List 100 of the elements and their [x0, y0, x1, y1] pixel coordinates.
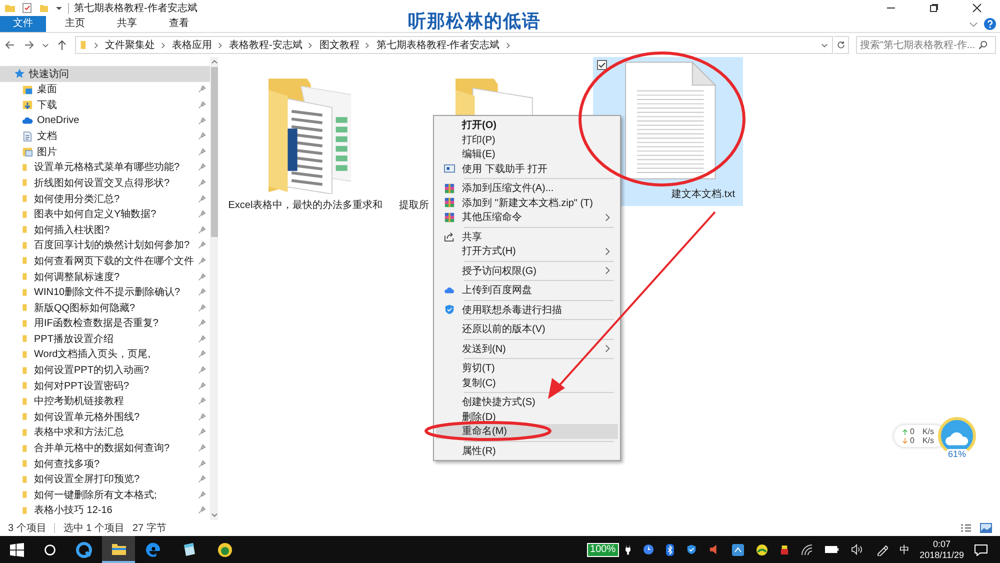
- shield-icon[interactable]: [686, 544, 697, 555]
- up-arrow-icon[interactable]: [56, 39, 68, 51]
- breadcrumb-link[interactable]: 图文教程: [319, 38, 360, 52]
- pin-icon[interactable]: [198, 100, 206, 109]
- scrollbar-thumb[interactable]: [210, 67, 218, 237]
- ribbon-tab[interactable]: 主页: [52, 16, 98, 32]
- ball-icon[interactable]: [756, 544, 768, 556]
- chevron-icon[interactable]: [308, 42, 314, 48]
- details-view-icon[interactable]: [960, 523, 972, 533]
- refresh-button[interactable]: [834, 36, 849, 54]
- sidebar-item[interactable]: Word文档插入页头，页尾,: [0, 346, 210, 362]
- pin-icon[interactable]: [198, 397, 206, 406]
- menu-item[interactable]: 授予访问权限(G): [436, 264, 618, 278]
- browser-icon[interactable]: [76, 542, 92, 558]
- sidebar-item[interactable]: 表格小技巧 12-16: [0, 502, 210, 518]
- sidebar-item[interactable]: 如何使用分类汇总?: [0, 190, 210, 206]
- pin-icon[interactable]: [198, 241, 206, 250]
- dropdown-icon[interactable]: [55, 4, 63, 12]
- ribbon-tab[interactable]: 查看: [156, 16, 202, 32]
- pin-icon[interactable]: [198, 366, 206, 374]
- ribbon-tab[interactable]: 文件: [0, 16, 46, 32]
- properties-icon[interactable]: [21, 2, 33, 14]
- address-bar[interactable]: 文件聚集处 表格应用 表格教程-安志斌 图文教程 第七期表格教程-作者安志斌: [75, 36, 833, 54]
- bluetooth-icon[interactable]: [666, 544, 674, 556]
- chevron-icon[interactable]: [161, 42, 166, 48]
- sidebar-item[interactable]: 下载: [0, 97, 210, 113]
- pin-icon[interactable]: [198, 288, 206, 296]
- figure-icon[interactable]: [780, 544, 789, 556]
- menu-item[interactable]: 复制(C): [436, 376, 618, 390]
- pin-icon[interactable]: [198, 256, 206, 265]
- clock[interactable]: 0:07 2018/11/29: [920, 538, 964, 560]
- sidebar-item[interactable]: 如何查找多项?: [0, 456, 210, 472]
- sidebar-item[interactable]: 设置单元格格式菜单有哪些功能?: [0, 160, 210, 176]
- notification-icon[interactable]: [974, 544, 988, 556]
- sidebar-item[interactable]: 合并单元格中的数据如何查询?: [0, 440, 210, 456]
- menu-item[interactable]: 创建快捷方式(S): [436, 395, 618, 410]
- breadcrumb-link[interactable]: 表格教程-安志斌: [229, 38, 302, 52]
- pin-icon[interactable]: [198, 444, 206, 452]
- battery-icon[interactable]: [824, 545, 839, 554]
- sidebar-item[interactable]: 折线图如何设置交叉点得形状?: [0, 175, 210, 191]
- menu-item[interactable]: 打开方式(H): [436, 244, 618, 258]
- scrollbar[interactable]: [210, 57, 218, 520]
- close-icon[interactable]: [972, 3, 982, 13]
- sidebar-item[interactable]: PPT播放设置介绍: [0, 331, 210, 347]
- chevron-icon[interactable]: [94, 42, 99, 48]
- taskbar-app-button[interactable]: [102, 536, 135, 563]
- pin-icon[interactable]: [198, 116, 206, 125]
- pin-icon[interactable]: [198, 163, 206, 172]
- scroll-down-icon[interactable]: [210, 513, 218, 518]
- search-circle-icon[interactable]: [44, 544, 56, 556]
- chevron-icon[interactable]: [365, 42, 370, 48]
- pin-icon[interactable]: [198, 334, 206, 343]
- pin-icon[interactable]: [198, 272, 206, 281]
- battery-indicator[interactable]: 100%: [587, 542, 619, 556]
- dropdown-icon[interactable]: [821, 42, 828, 48]
- sidebar-item[interactable]: 如何一键删除所有文本格式;: [0, 487, 210, 503]
- sidebar-item[interactable]: 用IF函数检查数据是否重复?: [0, 316, 210, 332]
- start-icon[interactable]: [10, 542, 24, 556]
- ribbon-tab[interactable]: 共享: [104, 16, 150, 32]
- pin-icon[interactable]: [198, 412, 206, 421]
- clock-app-icon[interactable]: [642, 544, 654, 555]
- app-tray-icon[interactable]: [732, 544, 744, 556]
- pin-icon[interactable]: [198, 85, 206, 94]
- checkbox-icon[interactable]: [597, 60, 607, 70]
- notepad-icon[interactable]: [181, 542, 197, 558]
- sidebar-item[interactable]: 图片: [0, 144, 210, 160]
- scroll-up-icon[interactable]: [210, 59, 218, 64]
- pin-icon[interactable]: [198, 490, 206, 499]
- menu-item[interactable]: 还原以前的版本(V): [436, 322, 618, 336]
- menu-item[interactable]: 删除(D): [436, 410, 618, 424]
- menu-item[interactable]: 属性(R): [436, 444, 618, 458]
- maximize-icon[interactable]: [929, 3, 939, 13]
- expand-ribbon-icon[interactable]: [969, 20, 978, 28]
- menu-item[interactable]: 共享: [436, 230, 618, 244]
- breadcrumb-link[interactable]: 表格应用: [172, 38, 212, 52]
- sidebar-item[interactable]: 快速访问: [0, 66, 210, 82]
- sidebar-item[interactable]: WIN10删除文件不提示删除确认?: [0, 284, 210, 300]
- menu-item[interactable]: 发送到(N): [436, 342, 618, 356]
- sidebar-item[interactable]: 如何设置全屏打印预览?: [0, 471, 210, 488]
- wifi-icon[interactable]: [800, 544, 813, 556]
- sidebar-item[interactable]: 中控考勤机链接教程: [0, 393, 210, 410]
- breadcrumb-link[interactable]: 第七期表格教程-作者安志斌: [376, 38, 500, 52]
- pin-icon[interactable]: [198, 506, 206, 514]
- pin-icon[interactable]: [198, 148, 206, 156]
- sidebar-item[interactable]: OneDrive: [0, 112, 210, 128]
- sidebar-item[interactable]: 如何查看网页下载的文件在哪个文件: [0, 253, 210, 269]
- pin-icon[interactable]: [198, 178, 206, 187]
- menu-item[interactable]: 使用联想杀毒进行扫描: [436, 302, 618, 317]
- app-icon[interactable]: [217, 542, 233, 558]
- plug-icon[interactable]: [624, 544, 631, 554]
- pen-icon[interactable]: [876, 544, 888, 556]
- pin-icon[interactable]: [198, 350, 206, 358]
- pin-icon[interactable]: [198, 226, 206, 234]
- search-field[interactable]: 搜索"第七期表格教程-作...: [856, 36, 996, 54]
- pin-icon[interactable]: [198, 428, 206, 436]
- recent-dropdown-icon[interactable]: [42, 42, 49, 48]
- chevron-icon[interactable]: [506, 42, 511, 48]
- breadcrumb-link[interactable]: 文件聚集处: [105, 38, 155, 52]
- sidebar-item[interactable]: 百度回享计划的焕然计划如何参加?: [0, 238, 210, 254]
- sidebar-item[interactable]: 图表中如何自定义Y轴数据?: [0, 206, 210, 222]
